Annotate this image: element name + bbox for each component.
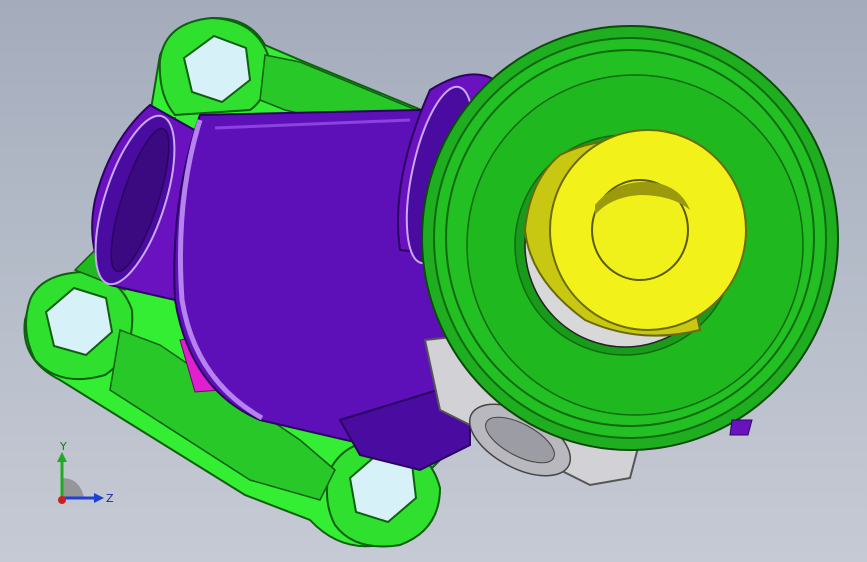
triad-plane xyxy=(62,478,84,498)
3d-model-view[interactable] xyxy=(0,0,867,562)
valve-tab-right xyxy=(729,419,753,436)
coordinate-triad[interactable]: Y Z xyxy=(40,438,130,518)
triad-y-label: Y xyxy=(59,440,67,453)
triad-y-arrow xyxy=(57,452,67,462)
triad-x-origin xyxy=(58,496,66,504)
graphics-viewport[interactable]: Y Z xyxy=(0,0,867,562)
triad-z-label: Z xyxy=(106,492,114,505)
triad-z-arrow xyxy=(94,493,104,503)
